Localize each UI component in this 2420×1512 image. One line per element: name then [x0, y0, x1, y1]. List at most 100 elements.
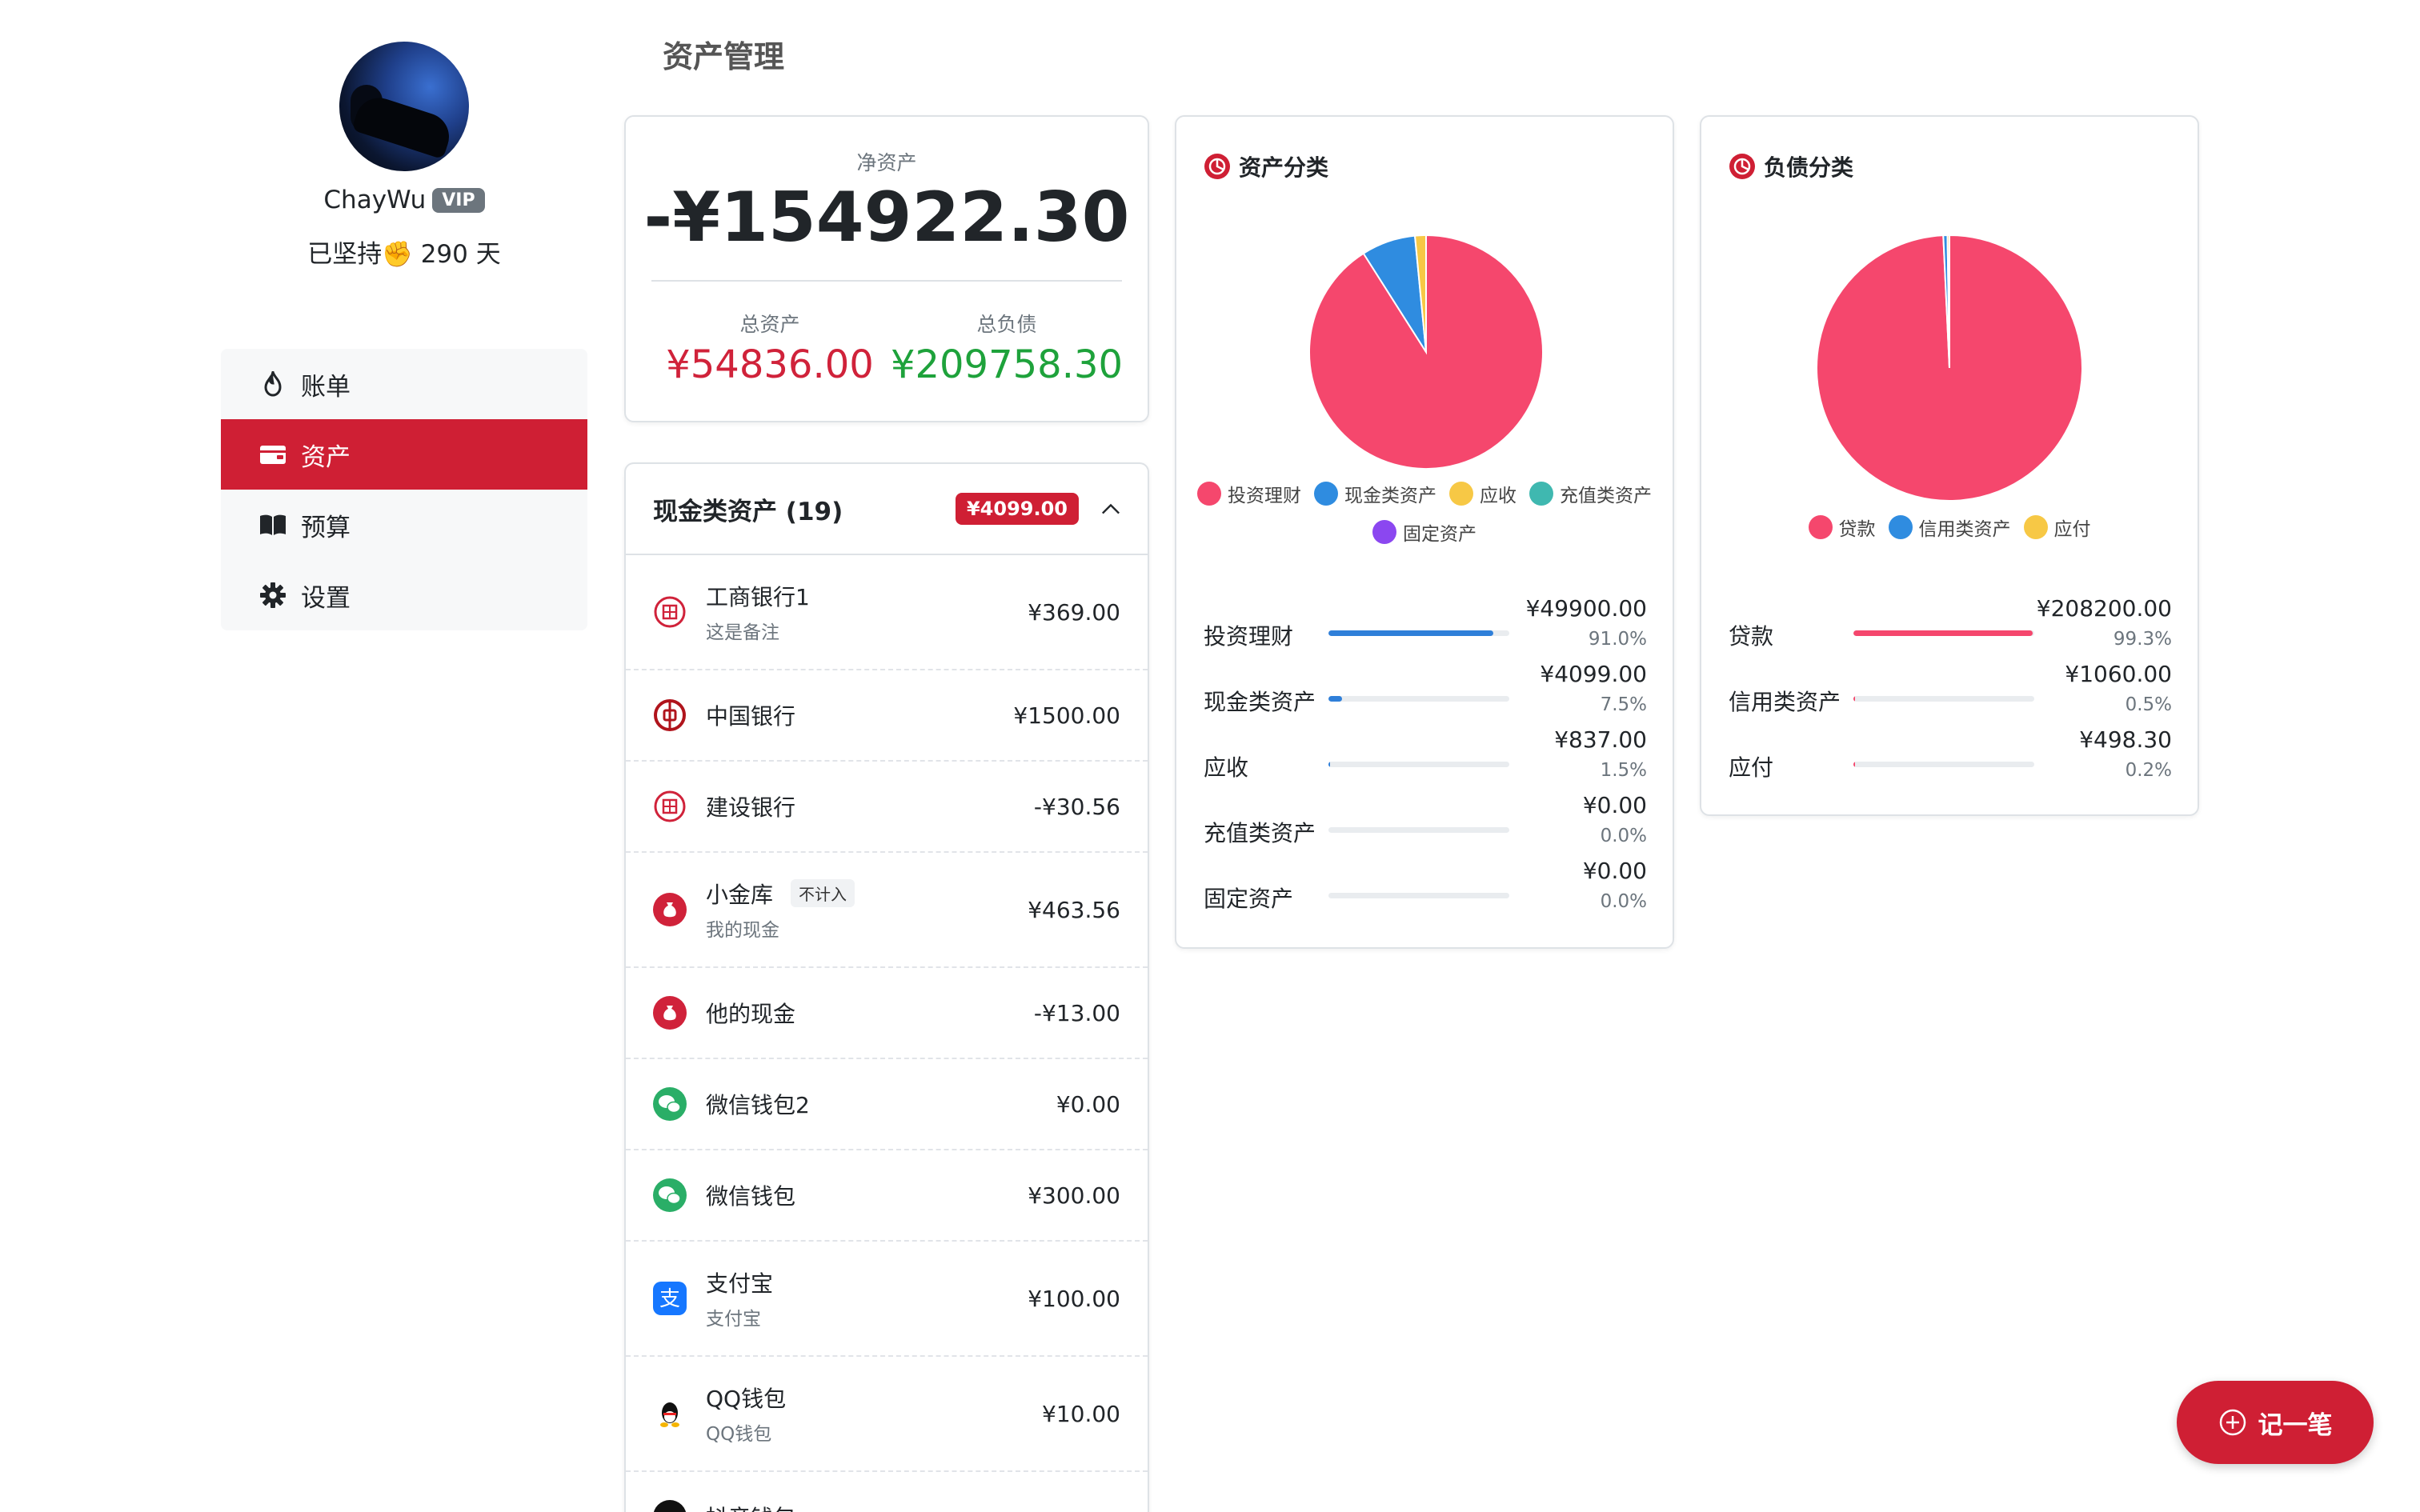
- breakdown-label: 固定资产: [1204, 886, 1294, 912]
- add-record-button[interactable]: 记一笔: [2177, 1381, 2374, 1464]
- ccb-bank-icon-graphic: [654, 790, 686, 822]
- legend-item[interactable]: 现金类资产: [1314, 480, 1436, 507]
- asset-category-title-text: 资产分类: [1239, 154, 1329, 181]
- breakdown-label: 贷款: [1729, 623, 1774, 650]
- account-text: 中国银行: [706, 699, 1013, 731]
- account-amount: ¥1500.00: [1013, 702, 1120, 729]
- liability-category-title: 负债分类: [1729, 150, 1853, 182]
- account-row[interactable]: QQ钱包 QQ钱包 ¥10.00: [626, 1357, 1148, 1472]
- account-row[interactable]: 微信钱包 ¥300.00: [626, 1150, 1148, 1242]
- total-liabilities-label: 总负债: [976, 313, 1037, 336]
- breakdown-row: 固定资产 ¥0.00 0.0%: [1204, 858, 1647, 931]
- account-text: 小金库 不计入 我的现金: [706, 878, 1028, 942]
- account-row[interactable]: 小金库 不计入 我的现金 ¥463.56: [626, 853, 1148, 968]
- legend-item[interactable]: 信用类资产: [1888, 514, 2011, 541]
- cash-bag-icon: [653, 893, 687, 926]
- breakdown-value: ¥837.00: [1554, 726, 1647, 753]
- breakdown-value: ¥208200.00: [2036, 595, 2172, 622]
- account-row[interactable]: 工商银行1 这是备注 ¥369.00: [626, 555, 1148, 670]
- legend-item[interactable]: 投资理财: [1197, 480, 1301, 507]
- legend-label: 现金类资产: [1344, 486, 1436, 506]
- svg-text:支: 支: [659, 1287, 680, 1311]
- icbc-bank-icon-graphic: [654, 596, 686, 628]
- chevron-up-icon[interactable]: [1101, 499, 1120, 518]
- username-text: ChayWu: [323, 186, 427, 214]
- account-row[interactable]: 支支付宝 支付宝 ¥100.00: [626, 1242, 1148, 1357]
- account-name: 中国银行: [706, 699, 1013, 731]
- breakdown-row: 充值类资产 ¥0.00 0.0%: [1204, 792, 1647, 866]
- breakdown-value: ¥0.00: [1582, 858, 1647, 884]
- vip-badge: VIP: [432, 188, 485, 213]
- legend-label: 充值类资产: [1560, 486, 1652, 506]
- icbc-bank-icon: [653, 595, 687, 629]
- asset-category-card: 资产分类 投资理财 现金类资产 应收 充值类资产 固定资产 投资理财 ¥49900.00 9…: [1175, 115, 1674, 949]
- account-row[interactable]: 建设银行 -¥30.56: [626, 762, 1148, 853]
- asset-legend: 投资理财 现金类资产 应收 充值类资产固定资产: [1176, 480, 1673, 557]
- sidebar-nav: 账单 资产 预算 设置: [221, 349, 587, 630]
- cash-assets-card: 现金类资产 (19) ¥4099.00 工商银行1 这是备注 ¥369.00 中国银行…: [624, 462, 1149, 1512]
- legend-item[interactable]: 应收: [1449, 480, 1517, 507]
- net-worth-card: 净资产 -¥154922.30 总资产 ¥54836.00 总负债 ¥20975…: [624, 115, 1149, 422]
- breakdown-percent: 7.5%: [1600, 694, 1647, 715]
- account-name-text: 中国银行: [706, 703, 796, 730]
- douyin-icon-graphic: [653, 1500, 687, 1512]
- breakdown-label: 应收: [1204, 754, 1249, 781]
- account-name-text: QQ钱包: [706, 1386, 787, 1412]
- account-amount: ¥369.00: [1028, 598, 1120, 626]
- boc-bank-icon-graphic: [654, 699, 686, 731]
- account-row[interactable]: 抖音钱包: [626, 1472, 1148, 1512]
- account-name-text: 他的现金: [706, 1001, 796, 1027]
- account-row[interactable]: 他的现金 -¥13.00: [626, 968, 1148, 1059]
- progress-track: [1328, 827, 1509, 833]
- account-name-text: 支付宝: [706, 1270, 774, 1297]
- sidebar-item-settings[interactable]: 设置: [221, 560, 587, 630]
- account-name: 支付宝: [706, 1266, 1028, 1298]
- fire-icon: [259, 370, 286, 398]
- douyin-icon: [653, 1500, 687, 1512]
- progress-fill: [1853, 696, 1855, 702]
- cash-bag-icon: [653, 996, 687, 1030]
- account-name: 建设银行: [706, 790, 1034, 822]
- progress-fill: [1328, 696, 1342, 702]
- alipay-icon: 支: [653, 1282, 687, 1315]
- account-row[interactable]: 中国银行 ¥1500.00: [626, 670, 1148, 762]
- legend-swatch: [2023, 515, 2048, 539]
- pie-chart-icon: [1729, 154, 1755, 179]
- breakdown-row: 应收 ¥837.00 1.5%: [1204, 726, 1647, 800]
- account-text: 支付宝 支付宝: [706, 1266, 1028, 1330]
- sidebar-item-bills[interactable]: 账单: [221, 349, 587, 419]
- breakdown-row: 投资理财 ¥49900.00 91.0%: [1204, 595, 1647, 669]
- sidebar-item-assets[interactable]: 资产: [221, 419, 587, 490]
- legend-label: 投资理财: [1228, 486, 1301, 506]
- liability-category-title-text: 负债分类: [1764, 154, 1854, 181]
- account-note: 我的现金: [706, 920, 779, 941]
- avatar[interactable]: [339, 42, 469, 171]
- cash-assets-header[interactable]: 现金类资产 (19) ¥4099.00: [626, 464, 1148, 555]
- wechat-icon: [653, 1178, 687, 1212]
- breakdown-label: 应付: [1729, 754, 1774, 781]
- net-worth-label: 净资产: [856, 151, 917, 174]
- total-assets-value: ¥54836.00: [666, 342, 874, 387]
- account-note: 支付宝: [706, 1309, 761, 1330]
- wechat-icon-graphic: [653, 1178, 687, 1212]
- legend-item[interactable]: 应付: [2023, 514, 2091, 541]
- boc-bank-icon: [653, 698, 687, 732]
- breakdown-row: 现金类资产 ¥4099.00 7.5%: [1204, 661, 1647, 734]
- legend-item[interactable]: 贷款: [1808, 514, 1876, 541]
- breakdown-label: 投资理财: [1204, 623, 1294, 650]
- legend-item[interactable]: 充值类资产: [1529, 480, 1652, 507]
- account-row[interactable]: 微信钱包2 ¥0.00: [626, 1059, 1148, 1150]
- legend-item[interactable]: 固定资产: [1372, 518, 1476, 546]
- sidebar-item-budget[interactable]: 预算: [221, 490, 587, 560]
- sidebar-item-label: 账单: [301, 372, 351, 402]
- add-record-label: 记一笔: [2258, 1410, 2333, 1440]
- legend-swatch: [1372, 520, 1396, 544]
- legend-swatch: [1888, 515, 1913, 539]
- legend-swatch: [1529, 482, 1553, 506]
- breakdown-label: 信用类资产: [1729, 689, 1841, 715]
- breakdown-percent: 0.2%: [2125, 760, 2172, 781]
- cash-assets-title: 现金类资产 (19): [653, 497, 843, 526]
- account-amount: -¥30.56: [1033, 793, 1120, 820]
- legend-swatch: [1314, 482, 1338, 506]
- breakdown-percent: 0.0%: [1600, 891, 1647, 912]
